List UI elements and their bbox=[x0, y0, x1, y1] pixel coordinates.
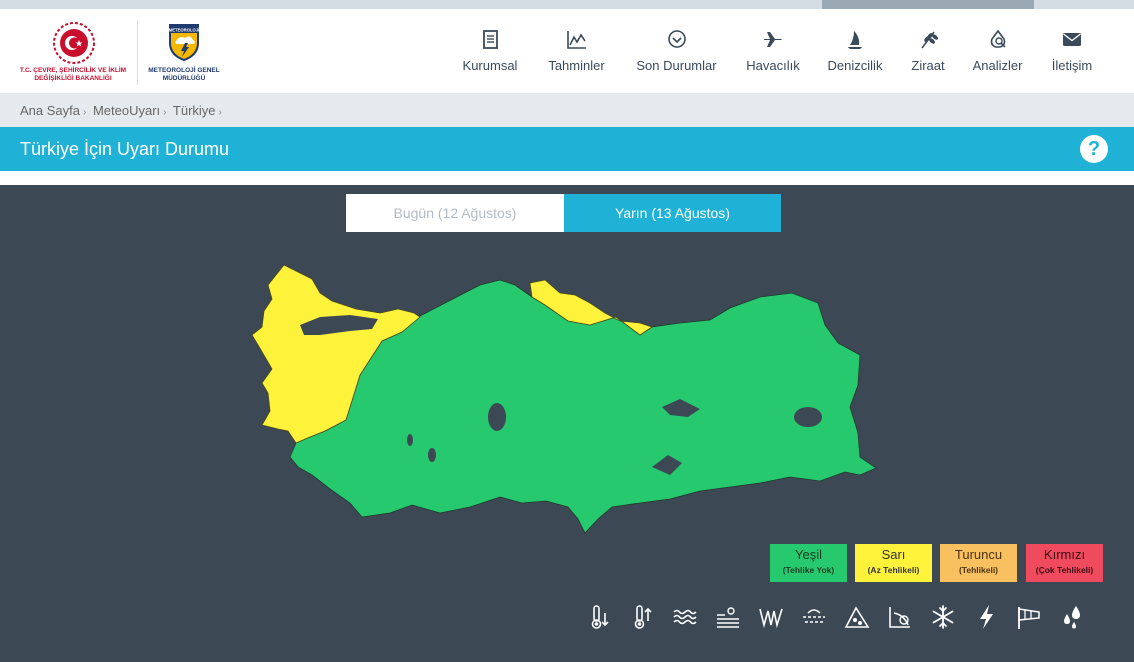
sandstorm-icon[interactable] bbox=[800, 603, 828, 631]
legend-desc: (Az Tehlikeli) bbox=[867, 565, 920, 575]
snow-icon[interactable] bbox=[929, 603, 957, 631]
mgm-shield-badge: METEOROLOJİ bbox=[169, 28, 199, 33]
flood-icon[interactable] bbox=[886, 603, 914, 631]
legend-item-yellow: Sarı (Az Tehlikeli) bbox=[855, 544, 932, 582]
legend-desc: (Tehlikeli) bbox=[958, 565, 999, 575]
logo-divider bbox=[137, 21, 138, 85]
header: T.C. ÇEVRE, ŞEHİRCİLİK VE İKLİM DEĞİŞİKL… bbox=[0, 9, 1134, 93]
nav-label: Ziraat bbox=[911, 58, 945, 73]
avalanche-icon[interactable] bbox=[843, 603, 871, 631]
nav-label: Son Durumlar bbox=[636, 58, 717, 73]
rain-icon[interactable] bbox=[1058, 603, 1086, 631]
nav-item-son-durumlar[interactable]: Son Durumlar bbox=[633, 27, 720, 87]
mgm-logo-text: METEOROLOJİ GENEL MÜDÜRLÜĞÜ bbox=[148, 67, 220, 82]
spacer bbox=[0, 171, 1134, 185]
nav-item-ziraat[interactable]: Ziraat bbox=[908, 27, 948, 87]
nav-label: Denizcilik bbox=[827, 58, 883, 73]
breadcrumb-separator: › bbox=[163, 107, 167, 118]
chevron-circle-icon bbox=[667, 30, 686, 48]
warning-panel: Bugün (12 Ağustos) Yarın (13 Ağustos) Ye… bbox=[0, 185, 1134, 662]
title-bar: Türkiye İçin Uyarı Durumu ? bbox=[0, 127, 1134, 171]
wheat-icon bbox=[921, 31, 938, 49]
legend-item-orange: Turuncu (Tehlikeli) bbox=[940, 544, 1017, 582]
dust-storm-icon[interactable] bbox=[714, 603, 742, 631]
mgm-shield-icon: METEOROLOJİ bbox=[169, 24, 199, 61]
wind-icon[interactable] bbox=[757, 603, 785, 631]
legend-item-green: Yeşil (Tehlike Yok) bbox=[770, 544, 847, 582]
legend-desc: (Çok Tehlikeli) bbox=[1035, 565, 1094, 575]
high-temperature-icon[interactable] bbox=[628, 603, 656, 631]
ministry-logo-text: T.C. ÇEVRE, ŞEHİRCİLİK VE İKLİM DEĞİŞİKL… bbox=[19, 67, 127, 82]
nav-label: Havacılık bbox=[746, 58, 800, 73]
analysis-icon bbox=[990, 29, 1006, 48]
breadcrumb-home[interactable]: Ana Sayfa bbox=[20, 103, 80, 118]
turkey-warning-map bbox=[251, 264, 877, 534]
nav-label: İletişim bbox=[1051, 58, 1093, 73]
ministry-emblem-icon bbox=[53, 22, 95, 64]
legend-item-red: Kırmızı (Çok Tehlikeli) bbox=[1026, 544, 1103, 582]
legend-name: Turuncu bbox=[954, 547, 1003, 562]
nav-item-kurumsal[interactable]: Kurumsal bbox=[460, 27, 520, 87]
help-icon[interactable]: ? bbox=[1080, 135, 1108, 163]
legend-name: Kırmızı bbox=[1043, 547, 1086, 562]
sail-icon bbox=[848, 31, 862, 49]
top-strip bbox=[0, 0, 1134, 9]
tab-tomorrow[interactable]: Yarın (13 Ağustos) bbox=[564, 194, 781, 232]
airplane-icon bbox=[764, 32, 782, 47]
low-temperature-icon[interactable] bbox=[585, 603, 613, 631]
legend-name: Yeşil bbox=[795, 547, 822, 562]
nav-item-denizcilik[interactable]: Denizcilik bbox=[825, 27, 885, 87]
nav-label: Tahminler bbox=[548, 58, 605, 73]
breadcrumb-meteouyari[interactable]: MeteoUyarı bbox=[93, 103, 160, 118]
mgm-logo[interactable]: METEOROLOJİ METEOROLOJİ GENEL MÜDÜRLÜĞÜ bbox=[148, 23, 220, 89]
breadcrumb-separator: › bbox=[83, 107, 87, 118]
hazard-filter-icons bbox=[585, 603, 1095, 633]
chart-icon bbox=[566, 31, 586, 49]
map-lake-tuz bbox=[488, 403, 506, 431]
breadcrumb-separator: › bbox=[218, 107, 222, 118]
envelope-icon bbox=[1063, 33, 1081, 46]
document-icon bbox=[483, 30, 498, 49]
legend-name: Sarı bbox=[881, 547, 906, 562]
date-tabs: Bugün (12 Ağustos) Yarın (13 Ağustos) bbox=[346, 194, 781, 232]
nav-item-iletisim[interactable]: İletişim bbox=[1047, 27, 1097, 87]
tab-today[interactable]: Bugün (12 Ağustos) bbox=[346, 194, 564, 232]
map-lake-egirdir bbox=[407, 434, 413, 446]
thunderstorm-icon[interactable] bbox=[972, 603, 1000, 631]
nav-item-havacilik[interactable]: Havacılık bbox=[745, 27, 801, 87]
breadcrumb: Ana Sayfa › MeteoUyarı › Türkiye › bbox=[0, 93, 1134, 127]
nav-item-tahminler[interactable]: Tahminler bbox=[545, 27, 608, 87]
fog-icon[interactable] bbox=[671, 603, 699, 631]
page-title: Türkiye İçin Uyarı Durumu bbox=[20, 139, 230, 159]
breadcrumb-turkiye[interactable]: Türkiye bbox=[173, 103, 216, 118]
nav-label: Kurumsal bbox=[462, 58, 518, 73]
windsock-icon[interactable] bbox=[1015, 603, 1043, 631]
nav-item-analizler[interactable]: Analizler bbox=[970, 27, 1025, 87]
legend-desc: (Tehlike Yok) bbox=[782, 565, 835, 575]
nav-label: Analizler bbox=[972, 58, 1023, 73]
top-strip-tab bbox=[822, 0, 1034, 9]
map-lake-van bbox=[794, 407, 822, 427]
ministry-logo[interactable]: T.C. ÇEVRE, ŞEHİRCİLİK VE İKLİM DEĞİŞİKL… bbox=[14, 21, 132, 87]
map-lake-beysehir bbox=[428, 448, 436, 462]
